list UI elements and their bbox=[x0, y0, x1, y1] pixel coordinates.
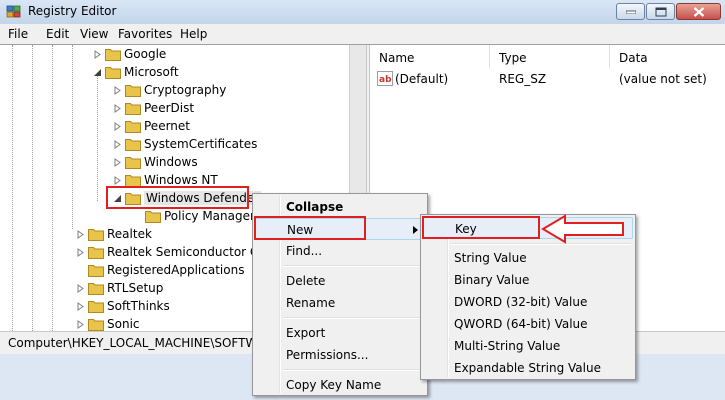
submenu-item-expandable-string-value[interactable]: Expandable String Value bbox=[423, 357, 633, 379]
folder-icon bbox=[145, 211, 161, 223]
menu-edit[interactable]: Edit bbox=[46, 27, 69, 41]
menu-item-rename[interactable]: Rename bbox=[255, 292, 425, 314]
folder-icon bbox=[125, 139, 141, 151]
tree-item-label: PeerDist bbox=[144, 101, 195, 115]
tree-item-label: Cryptography bbox=[144, 83, 227, 97]
chevron-right-icon[interactable] bbox=[113, 158, 122, 167]
folder-icon bbox=[88, 229, 104, 241]
chevron-right-icon[interactable] bbox=[93, 50, 102, 59]
menu-view[interactable]: View bbox=[80, 27, 108, 41]
maximize-button[interactable] bbox=[646, 3, 675, 20]
tree-item-label: Windows NT bbox=[144, 173, 218, 187]
value-type: REG_SZ bbox=[499, 72, 547, 86]
tree-item-label: RTLSetup bbox=[107, 281, 164, 295]
window-title: Registry Editor bbox=[28, 4, 117, 18]
chevron-right-icon[interactable] bbox=[76, 284, 85, 293]
tree-item-label: Microsoft bbox=[124, 65, 179, 79]
list-item[interactable]: ab (Default) REG_SZ (value not set) bbox=[370, 70, 725, 88]
menu-separator bbox=[283, 265, 423, 267]
minimize-button[interactable] bbox=[616, 3, 645, 20]
folder-icon bbox=[125, 157, 141, 169]
close-button[interactable] bbox=[676, 3, 721, 20]
column-header-data[interactable]: Data bbox=[610, 45, 725, 69]
registry-editor-icon bbox=[6, 5, 21, 18]
chevron-right-icon[interactable] bbox=[113, 140, 122, 149]
tree-item-label: Google bbox=[124, 47, 167, 61]
folder-icon bbox=[88, 301, 104, 313]
column-label: Data bbox=[619, 51, 648, 65]
svg-text:ab: ab bbox=[379, 75, 392, 85]
tree-item-label: Realtek Semiconductor Cor bbox=[107, 245, 271, 259]
title-bar: Registry Editor bbox=[0, 0, 725, 24]
new-annotation-box bbox=[254, 216, 366, 240]
menu-item-export[interactable]: Export bbox=[255, 322, 425, 344]
folder-icon bbox=[125, 85, 141, 97]
submenu-item-qword-value[interactable]: QWORD (64-bit) Value bbox=[423, 313, 633, 335]
tree-item-label: Realtek bbox=[107, 227, 152, 241]
tree-item-label: Policy Manager bbox=[164, 209, 255, 223]
chevron-right-icon[interactable] bbox=[113, 176, 122, 185]
folder-icon bbox=[105, 67, 121, 79]
folder-icon bbox=[88, 283, 104, 295]
close-icon bbox=[693, 6, 704, 17]
key-annotation-box bbox=[422, 216, 540, 239]
column-label: Type bbox=[499, 51, 527, 65]
chevron-right-icon bbox=[413, 226, 418, 234]
folder-icon bbox=[125, 175, 141, 187]
tree-guide-line bbox=[32, 45, 33, 331]
minimize-icon bbox=[625, 10, 636, 14]
menu-item-find[interactable]: Find... bbox=[255, 240, 425, 262]
submenu-item-binary-value[interactable]: Binary Value bbox=[423, 269, 633, 291]
tree-guide-line bbox=[72, 45, 73, 229]
folder-icon bbox=[125, 121, 141, 133]
folder-icon bbox=[105, 49, 121, 61]
menu-help[interactable]: Help bbox=[180, 27, 207, 41]
tree-guide-line bbox=[97, 73, 98, 201]
column-label: Name bbox=[379, 51, 415, 65]
menu-item-delete[interactable]: Delete bbox=[255, 270, 425, 292]
menu-item-copy-key-name[interactable]: Copy Key Name bbox=[255, 374, 425, 396]
menu-item-permissions[interactable]: Permissions... bbox=[255, 344, 425, 366]
folder-icon bbox=[88, 319, 104, 331]
string-value-icon: ab bbox=[377, 71, 393, 86]
chevron-right-icon[interactable] bbox=[76, 320, 85, 329]
chevron-down-icon[interactable] bbox=[93, 68, 102, 77]
folder-icon bbox=[88, 265, 104, 277]
arrow-left-icon bbox=[541, 214, 624, 244]
menu-separator bbox=[283, 317, 423, 319]
column-header-type[interactable]: Type bbox=[490, 45, 610, 69]
folder-icon bbox=[88, 247, 104, 259]
menu-favorites[interactable]: Favorites bbox=[118, 27, 172, 41]
value-name: (Default) bbox=[395, 72, 449, 86]
value-data: (value not set) bbox=[619, 72, 707, 86]
submenu-item-multi-string-value[interactable]: Multi-String Value bbox=[423, 335, 633, 357]
tree-guide-line bbox=[12, 45, 13, 331]
folder-icon bbox=[125, 103, 141, 115]
chevron-right-icon[interactable] bbox=[76, 230, 85, 239]
chevron-right-icon[interactable] bbox=[76, 248, 85, 257]
menu-separator bbox=[283, 369, 423, 371]
chevron-right-icon[interactable] bbox=[113, 104, 122, 113]
tree-item-label: Peernet bbox=[144, 119, 190, 133]
tree-item-label: SystemCertificates bbox=[144, 137, 258, 151]
menu-bar: File Edit View Favorites Help bbox=[0, 24, 725, 44]
tree-item-label: Sonic bbox=[107, 317, 140, 331]
menu-file[interactable]: File bbox=[8, 27, 28, 41]
chevron-right-icon[interactable] bbox=[113, 86, 122, 95]
submenu-item-string-value[interactable]: String Value bbox=[423, 247, 633, 269]
status-path: Computer\HKEY_LOCAL_MACHINE\SOFTWA bbox=[8, 336, 265, 350]
menu-item-collapse[interactable]: Collapse bbox=[255, 196, 425, 218]
tree-item-label: SoftThinks bbox=[107, 299, 170, 313]
column-header-name[interactable]: Name bbox=[370, 45, 490, 69]
submenu-item-dword-value[interactable]: DWORD (32-bit) Value bbox=[423, 291, 633, 313]
tree-annotation-box bbox=[106, 186, 249, 209]
chevron-right-icon[interactable] bbox=[113, 122, 122, 131]
maximize-icon bbox=[655, 7, 666, 16]
tree-item-label: RegisteredApplications bbox=[107, 263, 245, 277]
tree-item-label: Windows bbox=[144, 155, 198, 169]
tree-guide-line bbox=[52, 45, 53, 331]
chevron-right-icon[interactable] bbox=[76, 302, 85, 311]
